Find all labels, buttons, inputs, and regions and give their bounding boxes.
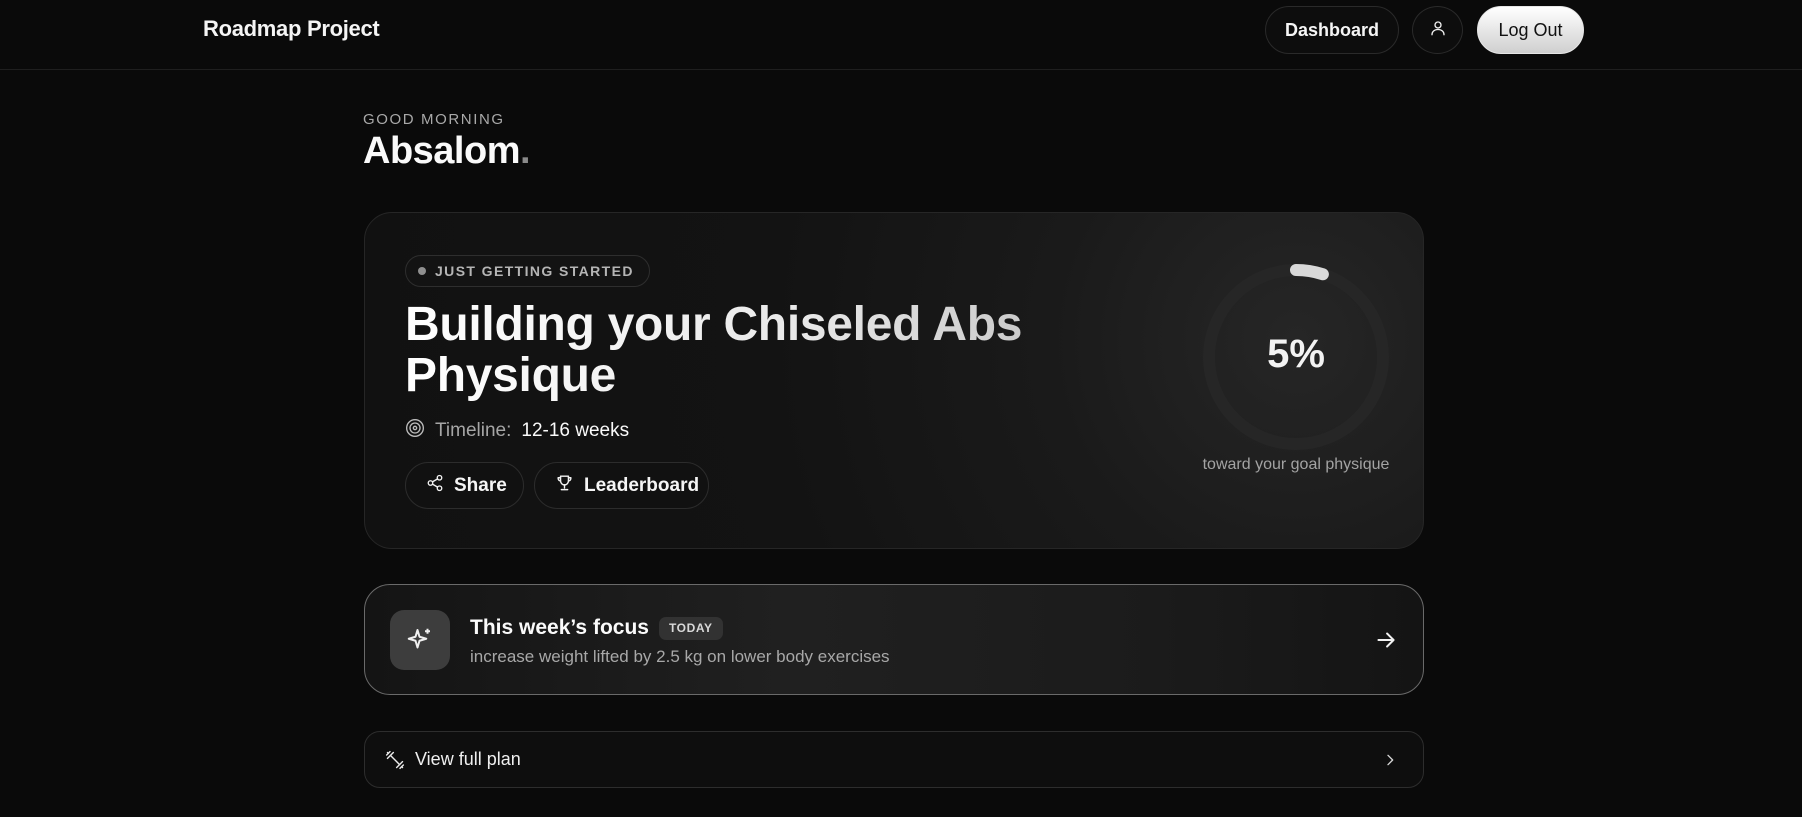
focus-title: This week’s focus — [470, 616, 649, 639]
trophy-icon — [555, 473, 574, 498]
logout-button[interactable]: Log Out — [1477, 6, 1584, 54]
share-icon — [426, 474, 444, 498]
view-full-plan-label: View full plan — [415, 749, 521, 769]
weekly-focus-card[interactable]: This week’s focus TODAY increase weight … — [364, 584, 1424, 695]
chevron-right-icon — [1382, 752, 1398, 773]
dashboard-button[interactable]: Dashboard — [1265, 6, 1399, 54]
greeting-name: Absalom. — [363, 130, 531, 173]
profile-button[interactable] — [1412, 6, 1463, 54]
focus-header: This week’s focus TODAY — [470, 616, 723, 640]
progress-ring: 5% — [1196, 257, 1396, 457]
view-full-plan-button[interactable]: View full plan — [364, 731, 1424, 788]
status-dot — [418, 267, 426, 275]
today-badge: TODAY — [658, 616, 723, 640]
target-icon — [405, 418, 425, 444]
leaderboard-label: Leaderboard — [584, 474, 700, 496]
user-name: Absalom — [363, 130, 520, 172]
user-icon — [1429, 19, 1447, 42]
timeline: Timeline: 12-16 weeks — [405, 418, 629, 444]
focus-description: increase weight lifted by 2.5 kg on lowe… — [470, 647, 890, 666]
progress-percent: 5% — [1267, 332, 1325, 376]
share-label: Share — [454, 474, 507, 496]
goal-card: JUST GETTING STARTED Building your Chise… — [364, 212, 1424, 549]
dumbbell-icon — [385, 750, 405, 775]
arrow-right-icon[interactable] — [1373, 627, 1399, 653]
top-nav: Roadmap Project Dashboard Log Out — [0, 0, 1802, 70]
timeline-label: Timeline: — [435, 420, 512, 441]
goal-title: Building your Chiseled Abs Physique — [405, 299, 1125, 401]
timeline-value: 12-16 weeks — [521, 420, 630, 441]
greeting-punctuation: . — [519, 130, 531, 172]
leaderboard-button[interactable]: Leaderboard — [534, 462, 709, 509]
status-label: JUST GETTING STARTED — [435, 263, 634, 279]
share-button[interactable]: Share — [405, 462, 524, 509]
progress-caption: toward your goal physique — [1202, 456, 1390, 473]
status-badge: JUST GETTING STARTED — [405, 255, 650, 287]
sparkles-icon — [390, 610, 450, 670]
greeting-kicker: GOOD MORNING — [363, 111, 505, 128]
brand-logo[interactable]: Roadmap Project — [203, 16, 380, 42]
